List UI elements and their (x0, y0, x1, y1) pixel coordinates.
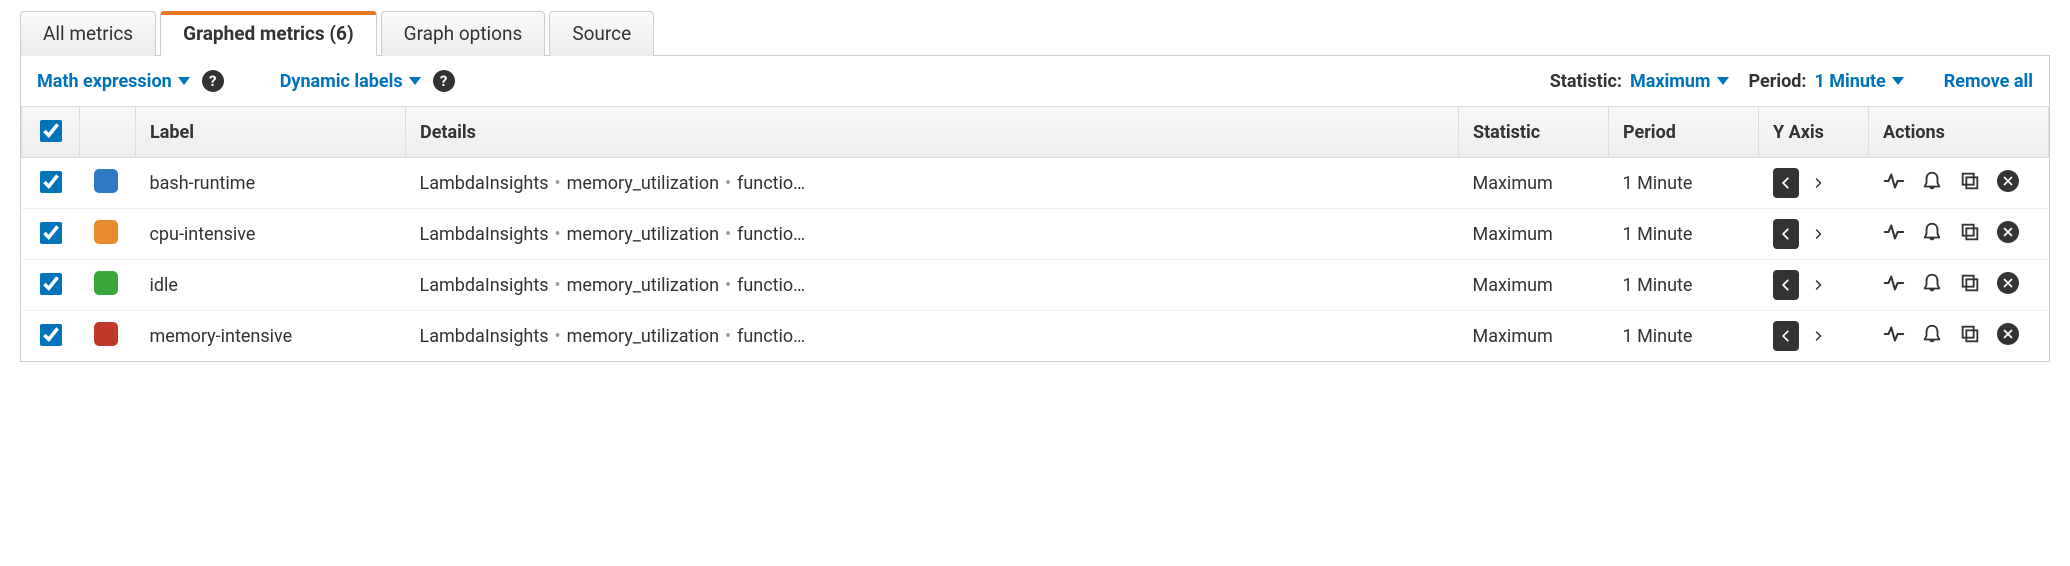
row-statistic[interactable]: Maximum (1459, 260, 1609, 311)
row-label[interactable]: cpu-intensive (136, 209, 406, 260)
pulse-icon[interactable] (1883, 272, 1905, 294)
remove-row-icon[interactable] (1997, 323, 2019, 345)
metric: memory_utilization (567, 173, 719, 194)
yaxis-left-button[interactable] (1773, 270, 1799, 300)
row-details: LambdaInsights•memory_utilization•functi… (406, 158, 1459, 209)
column-header-color (80, 107, 136, 158)
chevron-down-icon (178, 77, 190, 85)
chevron-down-icon (409, 77, 421, 85)
column-header-yaxis[interactable]: Y Axis (1759, 107, 1869, 158)
metric: memory_utilization (567, 275, 719, 296)
yaxis-left-button[interactable] (1773, 219, 1799, 249)
row-period[interactable]: 1 Minute (1609, 209, 1759, 260)
tab-source[interactable]: Source (549, 11, 654, 56)
remove-row-icon[interactable] (1997, 221, 2019, 243)
namespace: LambdaInsights (420, 326, 549, 347)
metrics-table: Label Details Statistic Period Y Axis Ac… (21, 107, 2049, 361)
remove-row-icon[interactable] (1997, 272, 2019, 294)
select-all-checkbox[interactable] (40, 120, 62, 142)
yaxis-right-button[interactable] (1809, 219, 1827, 249)
copy-icon[interactable] (1959, 323, 1981, 345)
column-header-actions: Actions (1869, 107, 2049, 158)
table-row: idle LambdaInsights•memory_utilization•f… (22, 260, 2049, 311)
math-expression-label: Math expression (37, 71, 172, 92)
bell-icon[interactable] (1921, 272, 1943, 294)
period-dropdown[interactable]: 1 Minute (1814, 71, 1903, 92)
row-label[interactable]: bash-runtime (136, 158, 406, 209)
column-header-period[interactable]: Period (1609, 107, 1759, 158)
row-checkbox[interactable] (40, 273, 62, 295)
table-row: cpu-intensive LambdaInsights•memory_util… (22, 209, 2049, 260)
yaxis-right-button[interactable] (1809, 168, 1827, 198)
table-row: bash-runtime LambdaInsights•memory_utili… (22, 158, 2049, 209)
pulse-icon[interactable] (1883, 221, 1905, 243)
row-label[interactable]: idle (136, 260, 406, 311)
column-header-statistic[interactable]: Statistic (1459, 107, 1609, 158)
chevron-down-icon (1892, 77, 1904, 85)
yaxis-left-button[interactable] (1773, 168, 1799, 198)
row-checkbox[interactable] (40, 171, 62, 193)
row-label[interactable]: memory-intensive (136, 311, 406, 362)
color-swatch[interactable] (94, 322, 118, 346)
color-swatch[interactable] (94, 271, 118, 295)
dynamic-labels-dropdown[interactable]: Dynamic labels (280, 71, 421, 92)
column-header-details[interactable]: Details (406, 107, 1459, 158)
bell-icon[interactable] (1921, 323, 1943, 345)
namespace: LambdaInsights (420, 224, 549, 245)
dimension: functio… (737, 326, 805, 347)
copy-icon[interactable] (1959, 272, 1981, 294)
row-period[interactable]: 1 Minute (1609, 311, 1759, 362)
math-expression-help-icon[interactable]: ? (202, 70, 224, 92)
row-period[interactable]: 1 Minute (1609, 158, 1759, 209)
chevron-down-icon (1717, 77, 1729, 85)
dimension: functio… (737, 173, 805, 194)
dynamic-labels-help-icon[interactable]: ? (433, 70, 455, 92)
namespace: LambdaInsights (420, 275, 549, 296)
yaxis-left-button[interactable] (1773, 321, 1799, 351)
metric: memory_utilization (567, 326, 719, 347)
dimension: functio… (737, 224, 805, 245)
copy-icon[interactable] (1959, 170, 1981, 192)
row-checkbox[interactable] (40, 324, 62, 346)
period-value: 1 Minute (1814, 71, 1885, 92)
dynamic-labels-label: Dynamic labels (280, 71, 403, 92)
row-details: LambdaInsights•memory_utilization•functi… (406, 260, 1459, 311)
remove-all-link[interactable]: Remove all (1944, 71, 2033, 92)
row-statistic[interactable]: Maximum (1459, 209, 1609, 260)
dimension: functio… (737, 275, 805, 296)
color-swatch[interactable] (94, 220, 118, 244)
row-checkbox[interactable] (40, 222, 62, 244)
period-label: Period: (1749, 71, 1807, 92)
statistic-value: Maximum (1630, 71, 1711, 92)
pulse-icon[interactable] (1883, 170, 1905, 192)
toolbar: Math expression ? Dynamic labels ? Stati… (21, 56, 2049, 107)
row-details: LambdaInsights•memory_utilization•functi… (406, 209, 1459, 260)
statistic-dropdown[interactable]: Maximum (1630, 71, 1729, 92)
row-statistic[interactable]: Maximum (1459, 158, 1609, 209)
row-period[interactable]: 1 Minute (1609, 260, 1759, 311)
table-row: memory-intensive LambdaInsights•memory_u… (22, 311, 2049, 362)
row-statistic[interactable]: Maximum (1459, 311, 1609, 362)
tab-all-metrics[interactable]: All metrics (20, 11, 156, 56)
namespace: LambdaInsights (420, 173, 549, 194)
color-swatch[interactable] (94, 169, 118, 193)
remove-row-icon[interactable] (1997, 170, 2019, 192)
bell-icon[interactable] (1921, 221, 1943, 243)
pulse-icon[interactable] (1883, 323, 1905, 345)
column-header-label[interactable]: Label (136, 107, 406, 158)
copy-icon[interactable] (1959, 221, 1981, 243)
tab-graphed-metrics[interactable]: Graphed metrics (6) (160, 11, 377, 56)
row-details: LambdaInsights•memory_utilization•functi… (406, 311, 1459, 362)
tab-graph-options[interactable]: Graph options (381, 11, 546, 56)
bell-icon[interactable] (1921, 170, 1943, 192)
tabs-bar: All metrics Graphed metrics (6) Graph op… (20, 10, 2050, 56)
yaxis-right-button[interactable] (1809, 321, 1827, 351)
statistic-label: Statistic: (1550, 71, 1622, 92)
graphed-metrics-panel: Math expression ? Dynamic labels ? Stati… (20, 56, 2050, 362)
math-expression-dropdown[interactable]: Math expression (37, 71, 190, 92)
metric: memory_utilization (567, 224, 719, 245)
column-header-checkbox (22, 107, 80, 158)
yaxis-right-button[interactable] (1809, 270, 1827, 300)
